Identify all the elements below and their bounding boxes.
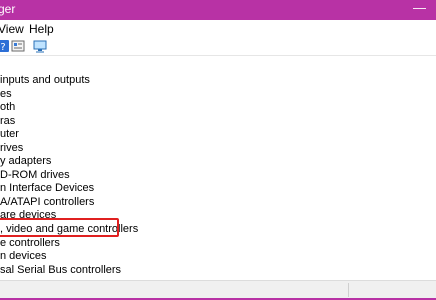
tree-item-display-adapters[interactable]: y adapters bbox=[0, 154, 51, 168]
tree-item-system-devices[interactable]: n devices bbox=[0, 249, 46, 263]
toolbar: ? bbox=[0, 37, 436, 56]
highlight-box bbox=[0, 218, 119, 237]
device-tree: inputs and outputs es oth ras uter rives… bbox=[0, 57, 436, 279]
window-title: ger bbox=[0, 2, 16, 16]
properties-icon[interactable] bbox=[11, 39, 25, 53]
svg-text:?: ? bbox=[0, 42, 5, 53]
tree-item-cameras[interactable]: ras bbox=[0, 114, 15, 128]
tree-item-ide-ata-atapi-controllers[interactable]: A/ATAPI controllers bbox=[0, 195, 94, 209]
tree-item-computer[interactable]: uter bbox=[0, 127, 19, 141]
tree-item-disk-drives[interactable]: rives bbox=[0, 141, 23, 155]
tree-item-bluetooth[interactable]: oth bbox=[0, 100, 15, 114]
menu-help[interactable]: Help bbox=[29, 22, 54, 36]
monitor-icon[interactable] bbox=[33, 39, 47, 53]
title-bar: ger — bbox=[0, 0, 436, 20]
help-icon[interactable]: ? bbox=[0, 39, 10, 53]
tree-item-dvd-cd-rom-drives[interactable]: D-ROM drives bbox=[0, 168, 70, 182]
tree-item-batteries[interactable]: es bbox=[0, 87, 12, 101]
minimize-icon[interactable]: — bbox=[413, 1, 426, 15]
menu-bar: View Help bbox=[0, 20, 436, 37]
tree-item-audio-inputs-outputs[interactable]: inputs and outputs bbox=[0, 73, 90, 87]
tree-item-storage-controllers[interactable]: e controllers bbox=[0, 236, 60, 250]
menu-view[interactable]: View bbox=[0, 22, 24, 36]
status-bar bbox=[0, 280, 436, 298]
tree-item-human-interface-devices[interactable]: n Interface Devices bbox=[0, 181, 94, 195]
status-separator bbox=[348, 283, 349, 297]
tree-item-usb-controllers[interactable]: sal Serial Bus controllers bbox=[0, 263, 121, 277]
